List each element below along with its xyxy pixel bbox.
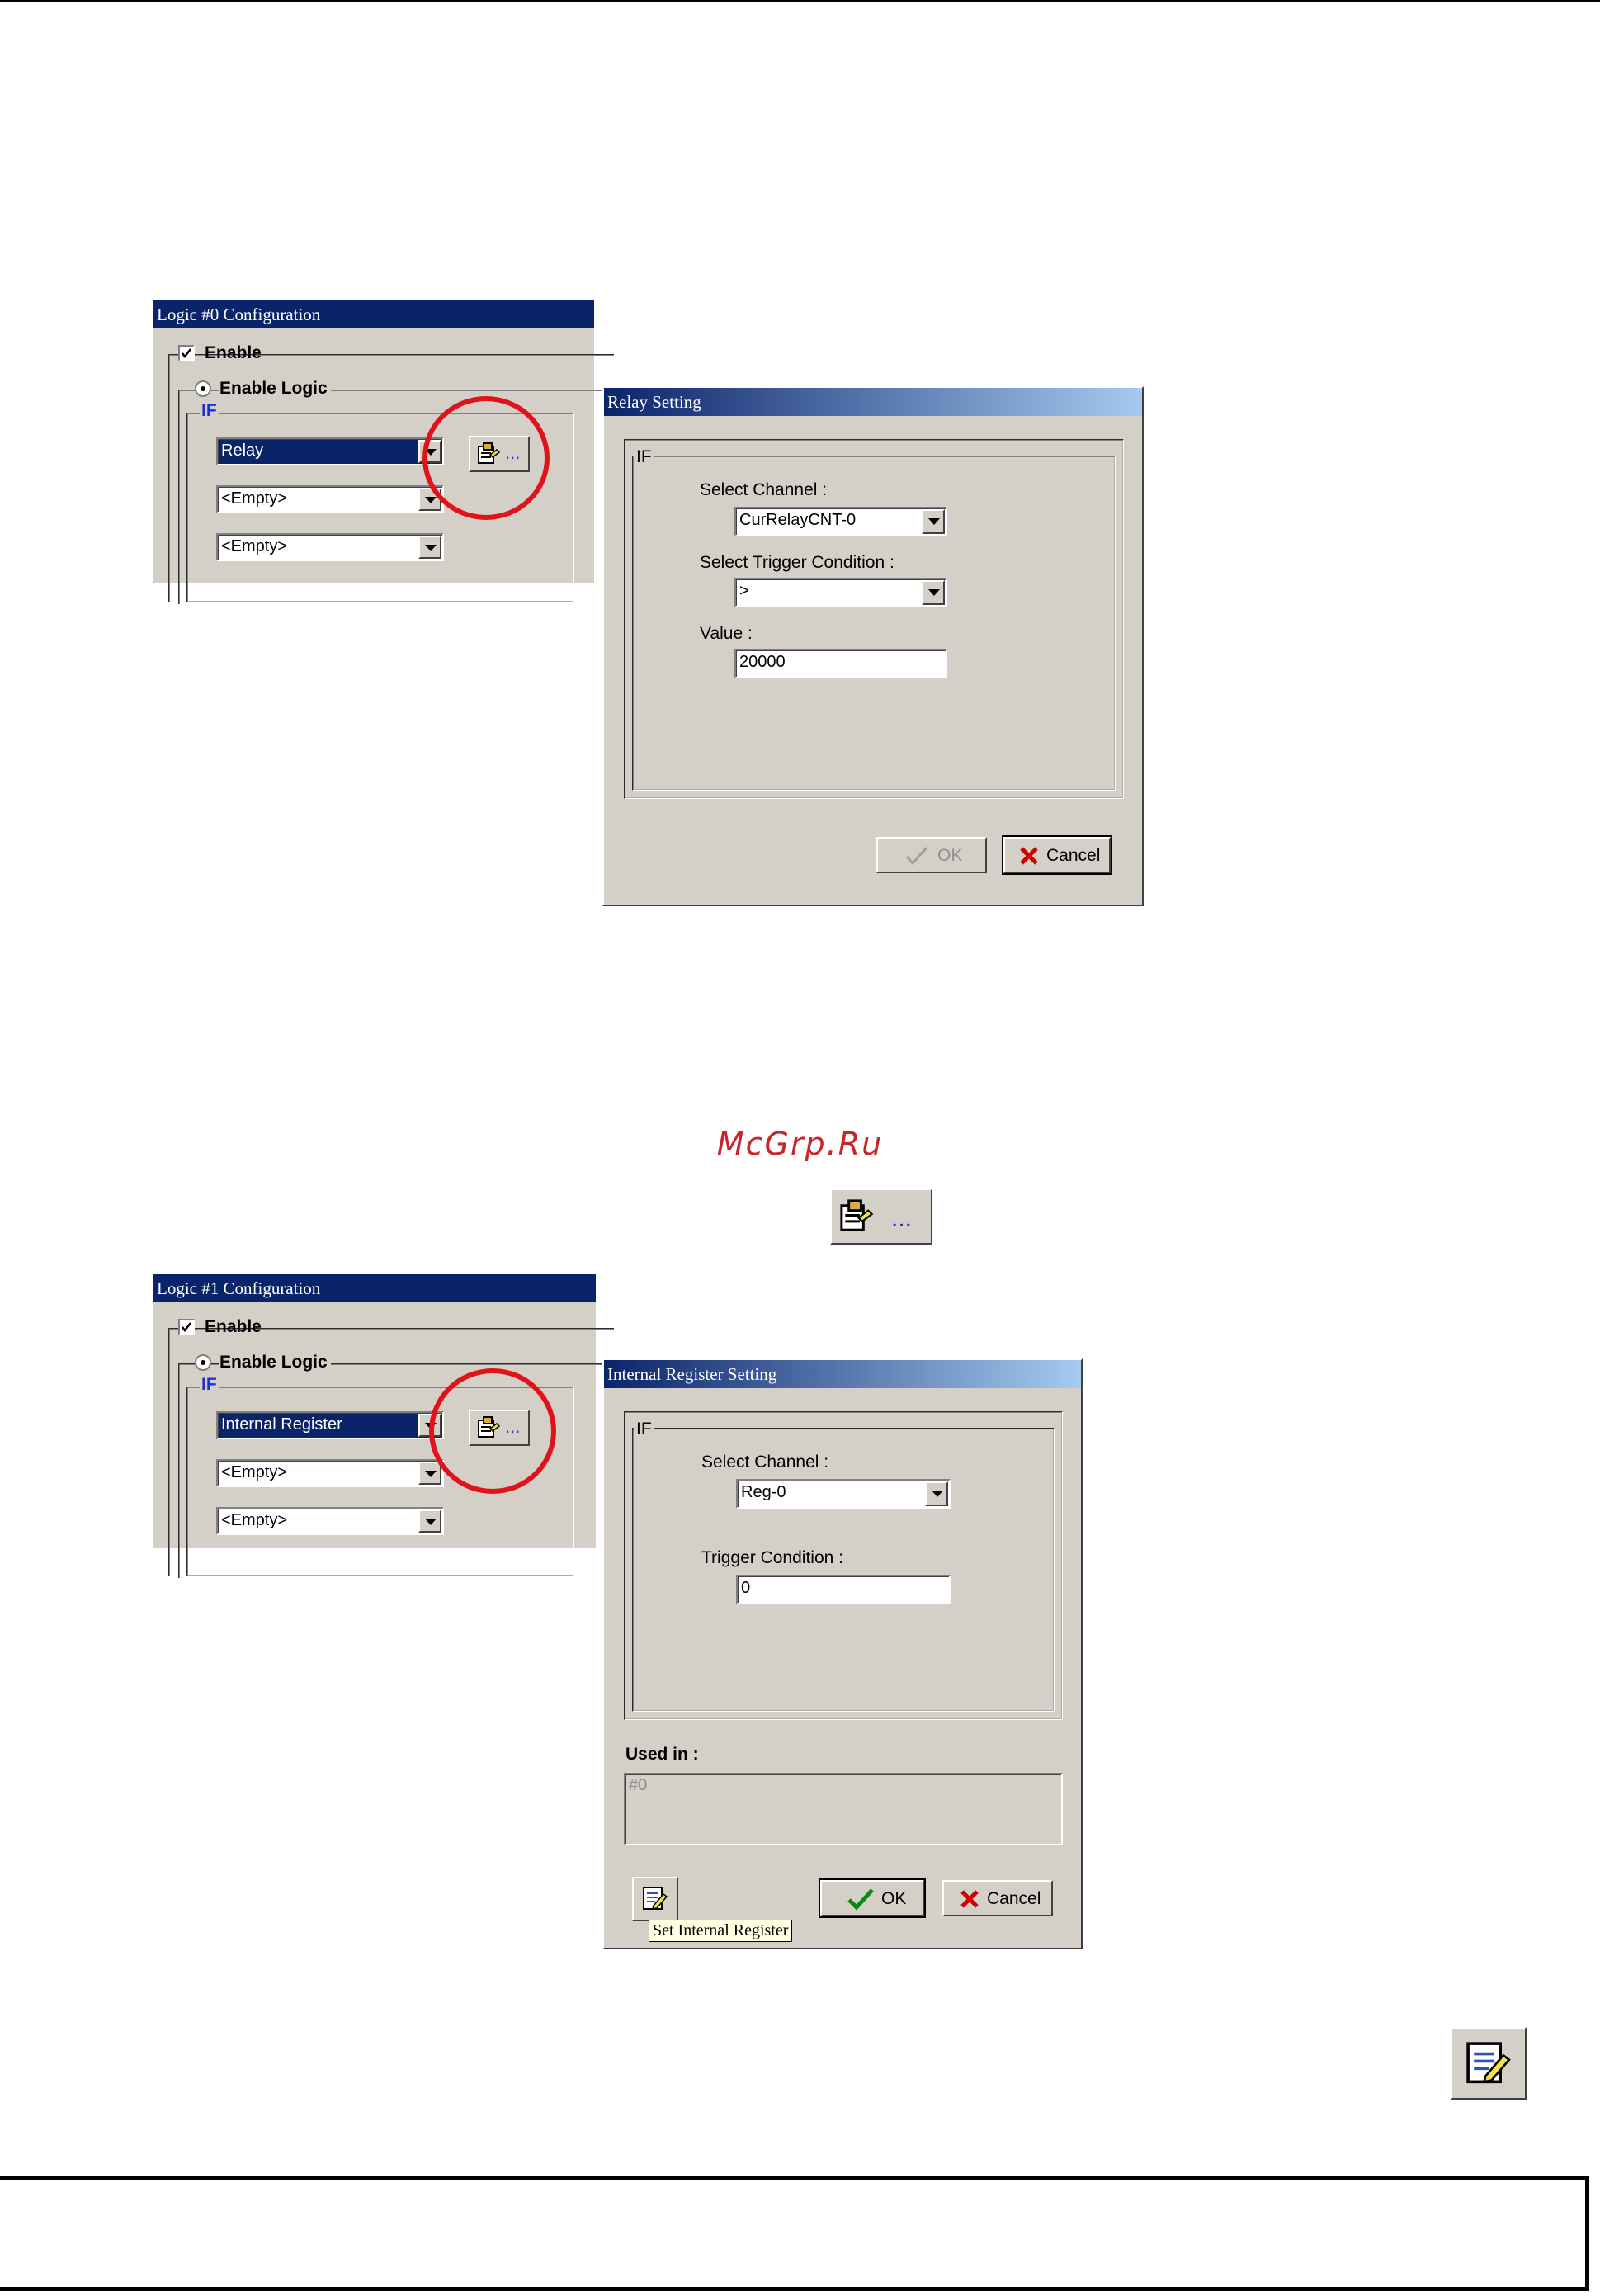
highlight-circle — [422, 396, 550, 520]
logic0-condition-select-2[interactable]: <Empty> — [216, 485, 444, 513]
logic1-condition-select-3[interactable]: <Empty> — [216, 1507, 444, 1535]
set-internal-register-tooltip: Set Internal Register — [649, 1920, 793, 1942]
register-used-in-box: #0 — [624, 1773, 1063, 1845]
relay-channel-select[interactable]: CurRelayCNT-0 — [734, 507, 947, 536]
close-icon — [1020, 847, 1038, 865]
logic1-title: Logic #1 Configuration — [157, 1278, 321, 1298]
internal-register-setting-dialog: Internal Register Setting IF Select Chan… — [602, 1358, 1083, 1949]
logic0-title: Logic #0 Configuration — [157, 305, 321, 324]
logic1-condition-select-1[interactable]: Internal Register — [216, 1411, 444, 1439]
chevron-down-icon — [418, 536, 441, 559]
logic1-enable-checkbox[interactable] — [178, 1319, 195, 1335]
logic1-enable-logic-label: Enable Logic — [219, 1353, 331, 1372]
settings-button-illustration: ... — [830, 1188, 932, 1245]
relay-trigger-label: Select Trigger Condition : — [700, 553, 894, 572]
logic1-enable-logic-radio[interactable] — [195, 1354, 211, 1371]
settings-icon — [840, 1199, 874, 1231]
close-icon — [960, 1890, 979, 1908]
register-ok-button[interactable]: OK — [819, 1878, 926, 1918]
register-trigger-label: Trigger Condition : — [701, 1548, 843, 1567]
register-dialog-title-bar: Internal Register Setting — [604, 1360, 1081, 1388]
check-icon — [905, 846, 928, 866]
logic0-condition-select-1[interactable]: Relay — [216, 437, 444, 465]
highlight-circle — [429, 1368, 556, 1494]
edit-note-icon — [1466, 2042, 1511, 2084]
register-if-label: IF — [634, 1420, 654, 1439]
set-internal-register-button[interactable] — [632, 1877, 678, 1921]
relay-if-label: IF — [634, 447, 654, 467]
edit-note-icon — [643, 1887, 668, 1910]
relay-value-input[interactable]: 20000 — [734, 649, 947, 678]
relay-dialog-title-bar: Relay Setting — [604, 388, 1142, 416]
register-cancel-button[interactable]: Cancel — [942, 1880, 1053, 1916]
relay-dialog-title: Relay Setting — [607, 392, 701, 412]
chevron-down-icon — [922, 580, 945, 605]
relay-if-inner-frame — [632, 456, 1116, 791]
chevron-down-icon — [418, 1509, 441, 1533]
footer-frame — [0, 2176, 1589, 2291]
logic0-if-label: IF — [200, 401, 219, 421]
check-icon — [847, 1888, 874, 1911]
logic0-enable-logic-radio[interactable] — [195, 380, 211, 397]
logic1-enable-label: Enable — [205, 1317, 262, 1336]
register-channel-label: Select Channel : — [701, 1453, 829, 1472]
relay-setting-dialog: Relay Setting IF Select Channel : CurRel… — [602, 386, 1144, 906]
logic0-enable-logic-label: Enable Logic — [219, 379, 331, 399]
settings-button-ellipsis: ... — [891, 1205, 913, 1232]
logic0-enable-checkbox[interactable] — [178, 345, 195, 361]
watermark: McGrp.Ru — [716, 1126, 884, 1162]
logic0-condition-select-3[interactable]: <Empty> — [216, 533, 444, 561]
logic0-title-bar: Logic #0 Configuration — [153, 300, 594, 328]
edit-button-illustration — [1451, 2027, 1527, 2100]
relay-ok-button[interactable]: OK — [876, 837, 987, 873]
logic1-condition-select-2[interactable]: <Empty> — [216, 1459, 444, 1487]
relay-trigger-select[interactable]: > — [734, 578, 947, 607]
register-used-in-label: Used in : — [625, 1745, 699, 1764]
relay-value-label: Value : — [700, 624, 753, 643]
top-rule — [0, 0, 1600, 2]
chevron-down-icon — [925, 1481, 948, 1506]
relay-channel-label: Select Channel : — [700, 480, 828, 499]
register-trigger-input[interactable]: 0 — [736, 1575, 951, 1604]
relay-cancel-button[interactable]: Cancel — [1002, 835, 1112, 875]
logic1-if-label: IF — [200, 1375, 219, 1395]
register-dialog-title: Internal Register Setting — [607, 1364, 777, 1384]
logic1-title-bar: Logic #1 Configuration — [153, 1274, 596, 1302]
logic0-enable-label: Enable — [205, 343, 262, 362]
chevron-down-icon — [418, 1462, 441, 1485]
register-if-inner-frame — [632, 1428, 1055, 1712]
register-channel-select[interactable]: Reg-0 — [736, 1479, 951, 1509]
chevron-down-icon — [922, 509, 945, 534]
